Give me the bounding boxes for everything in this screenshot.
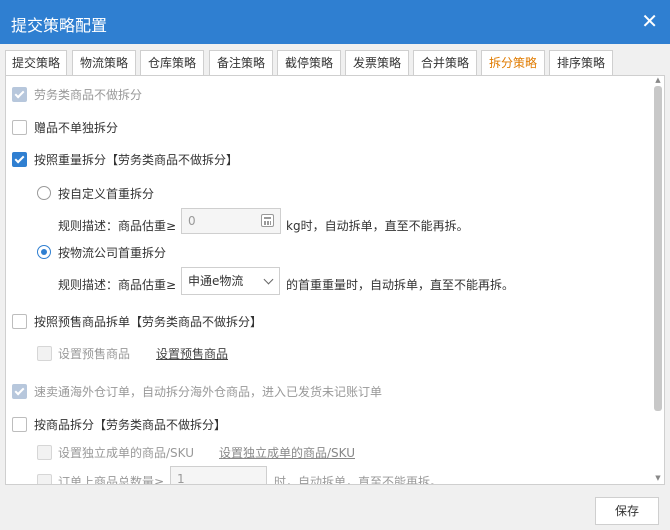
- panel-scrollbar[interactable]: [654, 86, 662, 411]
- custom-weight-radio[interactable]: [37, 186, 51, 200]
- save-button[interactable]: 保存: [595, 497, 659, 525]
- qty-split-input[interactable]: 1: [170, 466, 267, 485]
- tab-merge-strategy[interactable]: 合并策略: [413, 50, 477, 76]
- weight-split-text: 按照重量拆分: [34, 153, 107, 167]
- presale-split-label: 按照预售商品拆单【劳务类商品不做拆分】: [34, 313, 262, 330]
- carrier-select-value: 申通e物流: [188, 274, 244, 288]
- gift-not-split-label: 赠品不单独拆分: [34, 121, 119, 135]
- scroll-down-icon[interactable]: ▼: [654, 474, 662, 482]
- check-icon: [14, 153, 25, 164]
- presale-split-checkbox[interactable]: [12, 314, 27, 329]
- presale-split-text: 按照预售商品拆单: [34, 315, 131, 329]
- goods-split-note: 【劳务类商品不做拆分】: [94, 418, 227, 432]
- presale-set-label: 设置预售商品: [58, 347, 131, 361]
- tab-invoice-strategy[interactable]: 发票策略: [345, 50, 409, 76]
- overseas-label: 速卖通海外仓订单，自动拆分海外仓商品，进入已发货未记账订单: [34, 385, 383, 399]
- service-no-split-checkbox[interactable]: [12, 87, 27, 102]
- tab-submit-strategy[interactable]: 提交策略: [5, 50, 67, 76]
- presale-set-checkbox[interactable]: [37, 346, 52, 361]
- dialog-title: 提交策略配置: [11, 16, 108, 35]
- scroll-up-icon[interactable]: ▲: [654, 76, 662, 84]
- tab-sort-strategy[interactable]: 排序策略: [549, 50, 613, 76]
- check-icon: [14, 385, 25, 396]
- chevron-down-icon: [263, 274, 274, 285]
- carrier-weight-rule-suffix: 的首重重量时，自动拆单，直至不能再拆。: [286, 278, 515, 292]
- custom-weight-rule-suffix: kg时，自动拆单，直至不能再拆。: [286, 219, 469, 233]
- custom-weight-rule-prefix: 规则描述：商品估重≥: [58, 219, 177, 233]
- qty-split-prefix: 订单上商品总数量≥: [58, 475, 165, 485]
- weight-split-label: 按照重量拆分【劳务类商品不做拆分】: [34, 151, 238, 168]
- weight-split-checkbox[interactable]: [12, 152, 27, 167]
- gift-not-split-checkbox[interactable]: [12, 120, 27, 135]
- carrier-weight-rule-prefix: 规则描述：商品估重≥: [58, 278, 177, 292]
- tab-logistics-strategy[interactable]: 物流策略: [72, 50, 136, 76]
- tab-warehouse-strategy[interactable]: 仓库策略: [140, 50, 204, 76]
- goods-split-text: 按商品拆分: [34, 418, 95, 432]
- service-no-split-label: 劳务类商品不做拆分: [34, 88, 143, 102]
- custom-weight-input[interactable]: 0: [181, 208, 281, 234]
- close-icon[interactable]: ✕: [641, 9, 658, 33]
- split-strategy-panel: 劳务类商品不做拆分 赠品不单独拆分 按照重量拆分【劳务类商品不做拆分】 按自定义…: [5, 75, 665, 485]
- carrier-select[interactable]: 申通e物流: [181, 267, 280, 295]
- presale-set-link[interactable]: 设置预售商品: [156, 345, 228, 362]
- carrier-weight-label: 按物流公司首重拆分: [58, 246, 167, 260]
- sku-independent-link[interactable]: 设置独立成单的商品/SKU: [219, 444, 355, 461]
- overseas-checkbox[interactable]: [12, 384, 27, 399]
- goods-split-label: 按商品拆分【劳务类商品不做拆分】: [34, 416, 226, 433]
- goods-split-checkbox[interactable]: [12, 417, 27, 432]
- tab-intercept-strategy[interactable]: 截停策略: [277, 50, 341, 76]
- custom-weight-label: 按自定义首重拆分: [58, 187, 155, 201]
- qty-split-suffix: 时，自动拆单，直至不能再拆。: [274, 475, 443, 485]
- dialog-titlebar: 提交策略配置 ✕: [0, 0, 670, 44]
- sku-independent-label: 设置独立成单的商品/SKU: [58, 446, 194, 460]
- carrier-weight-radio[interactable]: [37, 245, 51, 259]
- presale-split-note: 【劳务类商品不做拆分】: [130, 315, 263, 329]
- tab-remark-strategy[interactable]: 备注策略: [209, 50, 273, 76]
- sku-independent-checkbox[interactable]: [37, 445, 52, 460]
- tab-split-strategy[interactable]: 拆分策略: [481, 50, 545, 76]
- calculator-icon: [261, 214, 274, 227]
- qty-split-value: 1: [177, 472, 185, 485]
- custom-weight-value: 0: [188, 214, 196, 228]
- weight-split-note: 【劳务类商品不做拆分】: [106, 153, 239, 167]
- check-icon: [14, 88, 25, 99]
- qty-split-checkbox[interactable]: [37, 474, 52, 484]
